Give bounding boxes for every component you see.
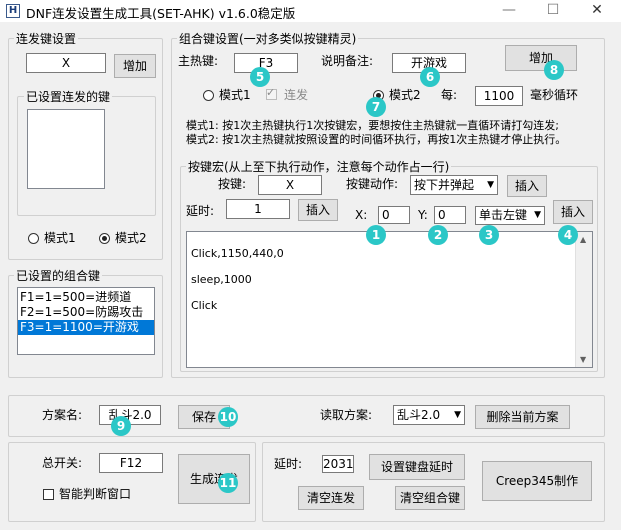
click-type-select[interactable]: 单击左键 ▼ [475, 206, 545, 225]
mode2-description: 模式2: 按1次主热键就按照设置的时间循环执行，再按1次主热键才停止执行。 [186, 133, 567, 146]
combo-settings-title: 组合键设置(一对多类似按键精灵) [177, 30, 359, 47]
burst-add-button[interactable]: 增加 [114, 54, 156, 78]
key-action-value: 按下并弹起 [414, 178, 475, 192]
macro-key-label: 按键: [218, 177, 247, 191]
insert-action-button[interactable]: 插入 [507, 175, 547, 197]
set-keys-title: 已设置连发的键 [24, 88, 113, 105]
annotation-badge-4: 4 [558, 225, 578, 245]
annotation-badge-2: 2 [428, 225, 448, 245]
note-label: 说明备注: [321, 54, 374, 68]
switch-label: 总开关: [42, 456, 83, 470]
insert-delay-button[interactable]: 插入 [298, 199, 338, 221]
script-line: Click,1150,440,0 [191, 247, 284, 260]
annotation-badge-5: 5 [250, 67, 270, 87]
load-scheme-value: 乱斗2.0 [397, 408, 441, 422]
macro-delay-input[interactable]: 1 [226, 199, 290, 219]
check-mark-icon: ✓ [266, 86, 276, 99]
macro-title: 按键宏(从上至下执行动作，注意每个动作占一行) [186, 158, 452, 175]
script-line: Click [191, 299, 218, 312]
smart-window-label: 智能判断窗口 [59, 487, 132, 501]
combos-list[interactable]: F1=1=500=进频道 F2=1=500=防踢攻击 F3=1=1100=开游戏 [17, 287, 155, 355]
annotation-badge-7: 7 [366, 97, 386, 117]
maximize-button[interactable]: ☐ [531, 0, 575, 22]
annotation-badge-6: 6 [420, 67, 440, 87]
burst-mode1-radio[interactable] [28, 233, 39, 244]
macro-delay-label: 延时: [186, 204, 215, 218]
smart-window-checkbox[interactable] [43, 489, 54, 500]
key-action-label: 按键动作: [346, 177, 399, 191]
y-label: Y: [418, 208, 428, 222]
load-scheme-label: 读取方案: [320, 408, 373, 422]
annotation-badge-1: 1 [366, 225, 386, 245]
annotation-badge-9: 9 [111, 416, 131, 436]
credit-button[interactable]: Creep345制作 [482, 461, 592, 501]
annotation-badge-10: 10 [218, 407, 238, 427]
delete-scheme-button[interactable]: 删除当前方案 [475, 405, 570, 429]
clear-combo-button[interactable]: 清空组合键 [395, 486, 465, 510]
macro-script-textarea[interactable]: Click,1150,440,0 sleep,1000 Click ▲ ▼ [186, 231, 593, 368]
clear-burst-button[interactable]: 清空连发 [298, 486, 364, 510]
hotkey-label: 主热键: [178, 54, 219, 68]
burst-mode2-label: 模式2 [115, 231, 147, 245]
burst-keys-list[interactable] [27, 109, 105, 189]
combo-mode1-label: 模式1 [219, 88, 251, 102]
script-line: sleep,1000 [191, 273, 252, 286]
window-title: DNF连发设置生成工具(SET-AHK) v1.6.0稳定版 [26, 6, 296, 21]
chevron-down-icon: ▼ [534, 210, 541, 220]
macro-key-input[interactable]: X [258, 175, 322, 195]
generate-button[interactable]: 生成连发 [178, 454, 250, 504]
chevron-down-icon: ▼ [487, 180, 494, 190]
interval-unit-label: 毫秒循环 [530, 88, 579, 102]
every-label: 每: [441, 88, 458, 102]
burst-mode2-radio[interactable] [99, 233, 110, 244]
scroll-down-icon[interactable]: ▼ [580, 353, 586, 366]
click-type-value: 单击左键 [479, 208, 528, 222]
insert-click-button[interactable]: 插入 [553, 200, 593, 224]
chevron-down-icon: ▼ [454, 410, 461, 420]
keyboard-delay-input[interactable]: 2031 [322, 455, 354, 473]
annotation-badge-3: 3 [479, 225, 499, 245]
combos-title: 已设置的组合键 [14, 267, 103, 284]
combo-item-1[interactable]: F2=1=500=防踢攻击 [18, 305, 154, 320]
key-action-select[interactable]: 按下并弹起 ▼ [410, 175, 498, 195]
annotation-badge-11: 11 [218, 473, 238, 493]
scroll-up-icon[interactable]: ▲ [580, 233, 586, 246]
annotation-badge-8: 8 [544, 60, 564, 80]
keyboard-delay-label: 延时: [274, 457, 303, 471]
burst-key-input[interactable]: X [26, 53, 106, 73]
minimize-button[interactable]: — [487, 0, 531, 22]
combo-add-button[interactable]: 增加 [505, 45, 577, 71]
set-keyboard-delay-button[interactable]: 设置键盘延时 [369, 454, 465, 480]
burst-mode1-label: 模式1 [44, 231, 76, 245]
burst-settings-title: 连发键设置 [14, 30, 79, 47]
vertical-scrollbar[interactable]: ▲ ▼ [575, 232, 592, 367]
y-input[interactable]: 0 [434, 206, 466, 224]
repeat-label: 连发 [284, 88, 309, 102]
app-icon: H [6, 4, 20, 18]
scheme-name-label: 方案名: [42, 408, 83, 422]
close-button[interactable]: ✕ [575, 0, 619, 22]
combo-mode1-radio[interactable] [203, 90, 214, 101]
x-input[interactable]: 0 [378, 206, 410, 224]
load-scheme-select[interactable]: 乱斗2.0 ▼ [393, 405, 465, 425]
combo-item-0[interactable]: F1=1=500=进频道 [18, 290, 154, 305]
combo-item-2[interactable]: F3=1=1100=开游戏 [18, 320, 154, 335]
switch-input[interactable]: F12 [99, 453, 163, 473]
x-label: X: [355, 208, 368, 222]
interval-input[interactable]: 1100 [475, 86, 523, 106]
combo-mode2-label: 模式2 [389, 88, 421, 102]
